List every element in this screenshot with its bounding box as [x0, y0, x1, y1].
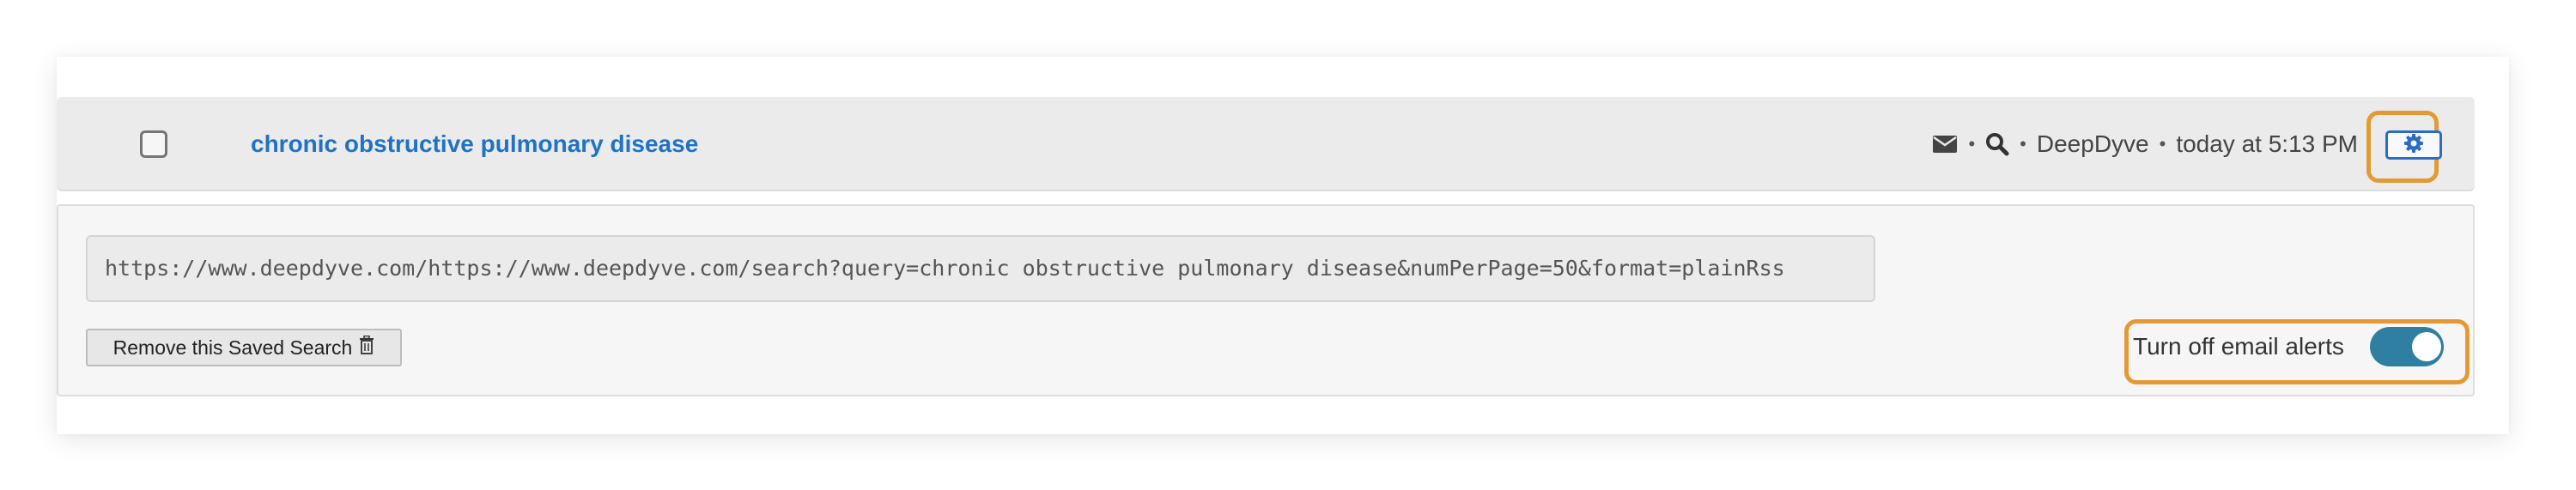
envelope-icon: [1932, 134, 1958, 154]
rss-url-field[interactable]: https://www.deepdyve.com/https://www.dee…: [86, 235, 1875, 302]
source-name: DeepDyve: [2036, 130, 2149, 157]
settings-button[interactable]: [2385, 130, 2442, 160]
select-checkbox[interactable]: [140, 130, 167, 158]
trash-icon: [359, 335, 374, 360]
toggle-knob[interactable]: [2412, 332, 2441, 361]
meta-separator: •: [2159, 133, 2166, 154]
remove-button-label: Remove this Saved Search: [112, 336, 353, 359]
gear-icon: [2403, 133, 2424, 158]
meta-separator: •: [1968, 133, 1976, 154]
magnifier-icon: [1985, 132, 2009, 156]
saved-search-meta: • • DeepDyve • today at 5:13 PM: [1932, 125, 2358, 163]
page: chronic obstructive pulmonary disease • …: [0, 0, 2576, 490]
remove-saved-search-button[interactable]: Remove this Saved Search: [86, 329, 402, 366]
saved-search-title[interactable]: chronic obstructive pulmonary disease: [251, 125, 698, 163]
meta-separator: •: [2020, 133, 2026, 154]
saved-timestamp: today at 5:13 PM: [2176, 130, 2358, 157]
email-alerts-label: Turn off email alerts: [2133, 333, 2344, 360]
